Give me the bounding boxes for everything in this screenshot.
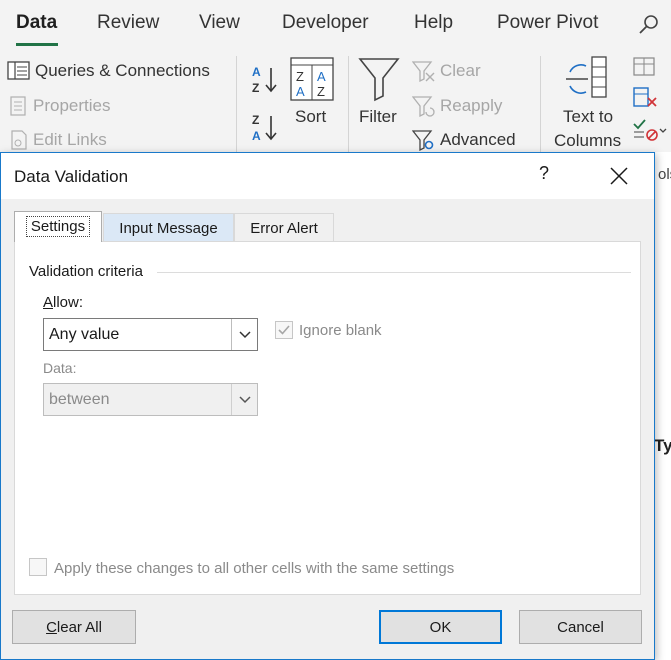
queries-connections-button[interactable]: Queries & Connections <box>7 60 210 82</box>
clear-all-button[interactable]: Clear All <box>12 610 136 644</box>
filter-label[interactable]: Filter <box>359 107 397 127</box>
ribbon-separator <box>348 56 349 152</box>
filter-icon[interactable] <box>357 56 401 102</box>
properties-icon <box>10 96 26 116</box>
reapply-icon <box>412 96 435 117</box>
clear-all-text: lear All <box>56 619 102 636</box>
text-to-columns-icon[interactable] <box>564 56 614 102</box>
queries-connections-label: Queries & Connections <box>35 61 210 80</box>
svg-text:A: A <box>252 65 261 79</box>
help-button[interactable]: ? <box>539 163 549 184</box>
edit-links-button[interactable]: Edit Links <box>9 129 107 151</box>
text-to-columns-label-2[interactable]: Columns <box>554 131 621 151</box>
svg-text:A: A <box>252 129 261 143</box>
tab-power-pivot[interactable]: Power Pivot <box>497 12 598 34</box>
close-icon[interactable] <box>607 164 631 188</box>
edit-links-label: Edit Links <box>33 130 107 149</box>
clear-all-accelerator: C <box>46 619 57 636</box>
tab-input-message[interactable]: Input Message <box>103 213 234 241</box>
tab-view[interactable]: View <box>199 12 240 34</box>
allow-dropdown-arrow[interactable] <box>231 319 257 350</box>
remove-duplicates-icon[interactable] <box>632 86 660 110</box>
sort-label[interactable]: Sort <box>295 107 326 127</box>
settings-panel: Validation criteria Allow: Any value Ign… <box>14 241 641 595</box>
allow-dropdown[interactable]: Any value <box>43 318 258 351</box>
data-tools-group-label: ols <box>658 166 671 183</box>
svg-text:Z: Z <box>252 81 259 95</box>
search-icon[interactable] <box>638 14 660 36</box>
svg-text:A: A <box>296 84 305 99</box>
tab-error-alert[interactable]: Error Alert <box>234 213 334 241</box>
svg-text:Z: Z <box>317 84 325 99</box>
data-dropdown[interactable]: between <box>43 383 258 416</box>
properties-label: Properties <box>33 96 111 115</box>
dialog-title: Data Validation <box>14 167 129 186</box>
edit-links-icon <box>11 130 27 150</box>
sort-z-to-a-icon[interactable]: Z A <box>251 112 279 144</box>
checkmark-icon <box>278 325 290 335</box>
clear-filter-button[interactable]: Clear <box>412 60 481 82</box>
data-validation-dialog: Data Validation ? Settings Input Message… <box>0 152 655 660</box>
apply-all-label: Apply these changes to all other cells w… <box>54 560 455 577</box>
reapply-button[interactable]: Reapply <box>412 95 502 117</box>
data-dropdown-arrow[interactable] <box>231 384 257 415</box>
queries-connections-icon <box>7 61 30 80</box>
reapply-label: Reapply <box>440 96 503 115</box>
data-label: Data: <box>43 360 77 376</box>
ignore-blank-checkbox[interactable] <box>275 321 293 339</box>
svg-text:A: A <box>317 69 326 84</box>
allow-label-text: llow: <box>53 294 84 311</box>
dialog-titlebar: Data Validation ? <box>1 153 654 199</box>
cell-text-fragment: Ty <box>654 436 671 455</box>
tab-developer[interactable]: Developer <box>282 12 369 34</box>
tab-data[interactable]: Data <box>16 12 57 34</box>
tab-settings[interactable]: Settings <box>14 211 102 242</box>
tab-settings-label: Settings <box>25 216 91 237</box>
chevron-down-icon <box>238 330 251 338</box>
allow-label: Allow: <box>43 294 83 311</box>
text-to-columns-label-1[interactable]: Text to <box>563 107 613 127</box>
ribbon-tab-bar: Data Review View Developer Help Power Pi… <box>0 0 671 50</box>
group-divider <box>157 272 631 273</box>
allow-label-accelerator: A <box>43 294 54 311</box>
advanced-filter-label: Advanced <box>440 130 516 149</box>
ok-button[interactable]: OK <box>379 610 502 644</box>
data-dropdown-value: between <box>49 391 110 408</box>
apply-all-checkbox[interactable] <box>29 558 47 576</box>
cancel-button[interactable]: Cancel <box>519 610 642 644</box>
chevron-down-icon <box>238 395 251 403</box>
tab-review[interactable]: Review <box>97 12 159 34</box>
ignore-blank-label: Ignore blank <box>299 322 382 339</box>
clear-filter-label: Clear <box>440 61 481 80</box>
advanced-filter-icon <box>412 130 434 151</box>
advanced-filter-button[interactable]: Advanced <box>412 129 516 151</box>
flash-fill-icon[interactable] <box>632 56 658 78</box>
allow-dropdown-value: Any value <box>49 326 120 343</box>
svg-text:Z: Z <box>252 113 259 127</box>
clear-filter-icon <box>412 61 435 82</box>
active-tab-underline <box>16 43 58 46</box>
data-validation-icon[interactable] <box>632 117 668 143</box>
tab-help[interactable]: Help <box>414 12 453 34</box>
sort-a-to-z-icon[interactable]: A Z <box>251 64 279 96</box>
ribbon-separator <box>236 56 237 152</box>
ribbon-separator <box>540 56 541 152</box>
properties-button[interactable]: Properties <box>9 95 110 117</box>
validation-criteria-label: Validation criteria <box>29 263 143 280</box>
sort-dialog-icon[interactable]: Z A A Z <box>290 57 334 101</box>
svg-text:Z: Z <box>296 69 304 84</box>
